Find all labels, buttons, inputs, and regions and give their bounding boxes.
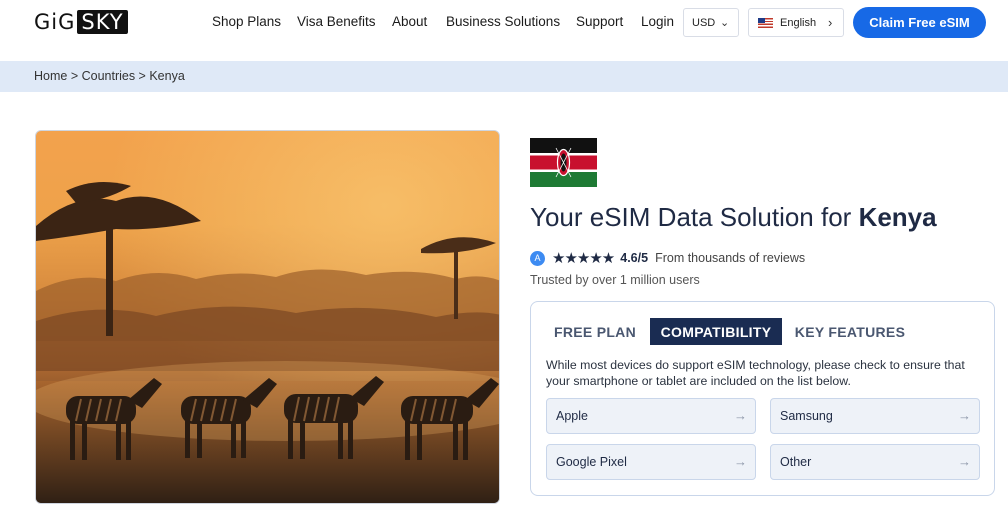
nav-about[interactable]: About	[392, 14, 427, 29]
kenya-safari-image	[35, 130, 500, 504]
device-label: Google Pixel	[556, 455, 627, 469]
arrow-right-icon: →	[958, 408, 971, 423]
breadcrumb-bar: Home > Countries > Kenya	[0, 61, 1008, 92]
tab-free-plan[interactable]: FREE PLAN	[544, 318, 646, 345]
page-title: Your eSIM Data Solution for Kenya	[530, 202, 937, 232]
arrow-right-icon: →	[734, 408, 747, 423]
device-label: Other	[780, 455, 812, 469]
rating-score: 4.6/5	[620, 251, 649, 265]
country-name: Kenya	[858, 202, 937, 232]
app-store-icon: A	[530, 250, 545, 266]
info-tabs-card: FREE PLAN COMPATIBILITY KEY FEATURES Whi…	[530, 301, 995, 496]
tab-compatibility[interactable]: COMPATIBILITY	[650, 318, 782, 345]
trusted-text: Trusted by over 1 million users	[530, 273, 700, 287]
claim-free-esim-button[interactable]: Claim Free eSIM	[853, 7, 986, 38]
rating-stars: ★★★★★	[552, 250, 615, 267]
currency-select[interactable]: USD ⌄	[683, 8, 739, 37]
compatibility-description: While most devices do support eSIM techn…	[546, 358, 965, 388]
kenya-flag-icon	[530, 138, 597, 187]
arrow-right-icon: →	[734, 454, 747, 469]
chevron-right-icon: ›	[828, 15, 833, 30]
device-other-button[interactable]: Other →	[770, 444, 980, 480]
us-flag-icon	[758, 17, 773, 28]
safari-illustration	[36, 131, 499, 503]
language-select[interactable]: English ›	[748, 8, 844, 37]
nav-support[interactable]: Support	[576, 14, 623, 29]
rating-row: A ★★★★★ 4.6/5 From thousands of reviews	[530, 249, 805, 267]
nav-login[interactable]: Login	[641, 14, 674, 29]
device-label: Samsung	[780, 409, 833, 423]
device-samsung-button[interactable]: Samsung →	[770, 398, 980, 434]
device-google-pixel-button[interactable]: Google Pixel →	[546, 444, 756, 480]
site-header: GiG SKY Shop Plans Visa Benefits About B…	[0, 0, 1008, 46]
device-apple-button[interactable]: Apple →	[546, 398, 756, 434]
chevron-down-icon: ⌄	[720, 17, 730, 29]
tab-key-features[interactable]: KEY FEATURES	[793, 318, 907, 345]
nav-business-solutions[interactable]: Business Solutions	[446, 14, 560, 29]
language-value: English	[780, 16, 817, 29]
nav-visa-benefits[interactable]: Visa Benefits	[297, 14, 376, 29]
reviews-text: From thousands of reviews	[655, 251, 806, 265]
breadcrumb[interactable]: Home > Countries > Kenya	[34, 69, 185, 83]
arrow-right-icon: →	[958, 454, 971, 469]
nav-shop-plans[interactable]: Shop Plans	[212, 14, 281, 29]
device-label: Apple	[556, 409, 588, 423]
gigsky-logo[interactable]: GiG SKY	[34, 10, 128, 34]
currency-value: USD	[692, 16, 716, 29]
